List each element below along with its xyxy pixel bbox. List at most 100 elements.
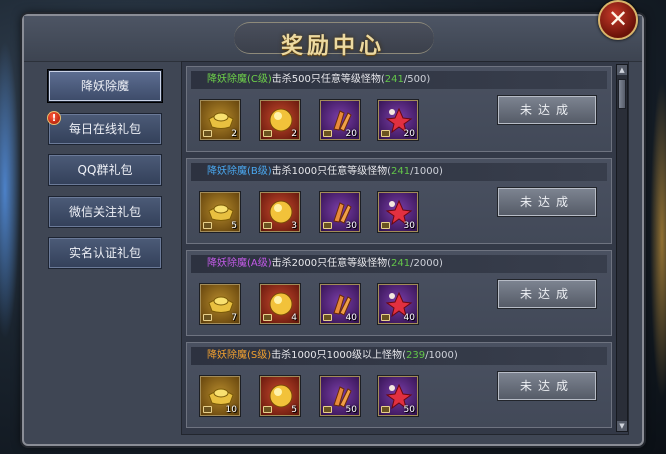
item-count: 40 [403,313,415,323]
entry-task: 击杀2000只任意等级怪物 [271,258,388,269]
tab-label: 实名认证礼包 [68,246,141,260]
reward-entry: 降妖除魔(B级)击杀1000只任意等级怪物(241/1000) 5 3 30 3 [186,158,612,244]
scroll-up-icon[interactable]: ▲ [617,65,627,75]
reward-item-red-flower[interactable]: 30 [377,191,419,233]
tab-label: 降妖除魔 [80,79,129,93]
entry-rank: (A级) [247,258,272,269]
entry-progress: (241/500) [380,74,431,85]
window-title: 奖励中心 [280,33,385,59]
scrollbar[interactable]: ▲ ▼ [616,64,628,432]
background-glow-right [650,80,666,400]
reward-item-red-flower[interactable]: 20 [377,99,419,141]
reward-item-claw-scroll[interactable]: 40 [319,283,361,325]
alert-icon: ! [47,111,61,125]
tab-label: 微信关注礼包 [68,205,141,219]
bound-lock-icon [323,406,332,413]
item-count: 5 [231,221,237,231]
item-count: 10 [225,405,237,415]
item-count: 4 [291,313,297,323]
entry-header: 降妖除魔(B级)击杀1000只任意等级怪物(241/1000) [191,163,607,181]
reward-entry: 降妖除魔(C级)击杀500只任意等级怪物(241/500) 2 2 20 20 [186,66,612,152]
gold-ingot-icon [208,112,234,129]
entry-progress: (241/1000) [387,166,443,177]
tab-daily-online-gift[interactable]: ! 每日在线礼包 [47,111,162,145]
reward-item-gold-ingot[interactable]: 2 [199,99,241,141]
background-glow-left [0,40,20,340]
bound-lock-icon [323,130,332,137]
reward-entry: 降妖除魔(A级)击杀2000只任意等级怪物(241/2000) 7 4 40 4 [186,250,612,336]
tab-label: 每日在线礼包 [68,122,141,136]
entry-progress: (241/2000) [387,258,443,269]
entry-progress: (239/1000) [402,350,458,361]
progress-current: 241 [384,74,404,85]
reward-item-red-flower[interactable]: 40 [377,283,419,325]
reward-item-gold-orb[interactable]: 3 [259,191,301,233]
progress-target: 1000 [413,166,439,177]
entry-name: 降妖除魔 [207,166,247,177]
close-button[interactable]: ✕ [598,0,638,40]
claim-button[interactable]: 未达成 [497,371,597,401]
bound-lock-icon [203,314,212,321]
reward-item-gold-orb[interactable]: 2 [259,99,301,141]
gold-ingot-icon [208,388,234,405]
reward-item-gold-orb[interactable]: 4 [259,283,301,325]
reward-item-claw-scroll[interactable]: 30 [319,191,361,233]
reward-item-gold-ingot[interactable]: 5 [199,191,241,233]
scroll-down-icon[interactable]: ▼ [617,421,627,431]
progress-target: 1000 [428,350,454,361]
bound-lock-icon [381,222,390,229]
entry-name: 降妖除魔 [207,74,247,85]
item-count: 3 [291,221,297,231]
tab-demon-slaying[interactable]: 降妖除魔 [48,70,162,102]
bound-lock-icon [323,222,332,229]
bound-lock-icon [381,406,390,413]
reward-entry: 降妖除魔(S级)击杀1000只1000级以上怪物(239/1000) 10 5 … [186,342,612,428]
claim-button[interactable]: 未达成 [497,279,597,309]
reward-item-claw-scroll[interactable]: 50 [319,375,361,417]
entry-rank: (B级) [247,166,272,177]
entry-header: 降妖除魔(C级)击杀500只任意等级怪物(241/500) [191,71,607,89]
reward-item-gold-ingot[interactable]: 10 [199,375,241,417]
reward-item-claw-scroll[interactable]: 20 [319,99,361,141]
progress-current: 241 [391,166,411,177]
tab-label: QQ群礼包 [77,163,133,177]
claim-button[interactable]: 未达成 [497,187,597,217]
tab-real-name-gift[interactable]: 实名认证礼包 [48,237,162,269]
scroll-thumb[interactable] [618,79,626,109]
bound-lock-icon [381,130,390,137]
bound-lock-icon [323,314,332,321]
entry-task: 击杀1000只1000级以上怪物 [271,350,403,361]
entry-name: 降妖除魔 [207,350,247,361]
claim-button[interactable]: 未达成 [497,95,597,125]
bound-lock-icon [203,130,212,137]
entry-rank: (C级) [247,74,272,85]
progress-target: 2000 [413,258,439,269]
tab-qq-group-gift[interactable]: QQ群礼包 [48,154,162,186]
reward-item-gold-orb[interactable]: 5 [259,375,301,417]
entry-name: 降妖除魔 [207,258,247,269]
progress-target: 500 [407,74,427,85]
entry-header: 降妖除魔(A级)击杀2000只任意等级怪物(241/2000) [191,255,607,273]
bound-lock-icon [263,314,272,321]
item-count: 30 [403,221,415,231]
reward-center-window: 奖励中心 降妖除魔 ! 每日在线礼包 QQ群礼包 微信关注礼包 实名认证礼包 降… [22,14,644,446]
entry-task: 击杀1000只任意等级怪物 [271,166,388,177]
item-count: 50 [403,405,415,415]
item-count: 2 [231,129,237,139]
entry-rank: (S级) [247,350,272,361]
reward-item-red-flower[interactable]: 50 [377,375,419,417]
bound-lock-icon [203,222,212,229]
reward-list: 降妖除魔(C级)击杀500只任意等级怪物(241/500) 2 2 20 20 [181,61,629,435]
reward-item-gold-ingot[interactable]: 7 [199,283,241,325]
bound-lock-icon [203,406,212,413]
tab-wechat-follow-gift[interactable]: 微信关注礼包 [48,196,162,228]
item-count: 50 [345,405,357,415]
title-bar: 奖励中心 [24,16,642,62]
gold-ingot-icon [208,204,234,221]
item-count: 40 [345,313,357,323]
entry-header: 降妖除魔(S级)击杀1000只1000级以上怪物(239/1000) [191,347,607,365]
bound-lock-icon [263,222,272,229]
bound-lock-icon [381,314,390,321]
item-count: 20 [403,129,415,139]
item-count: 5 [291,405,297,415]
